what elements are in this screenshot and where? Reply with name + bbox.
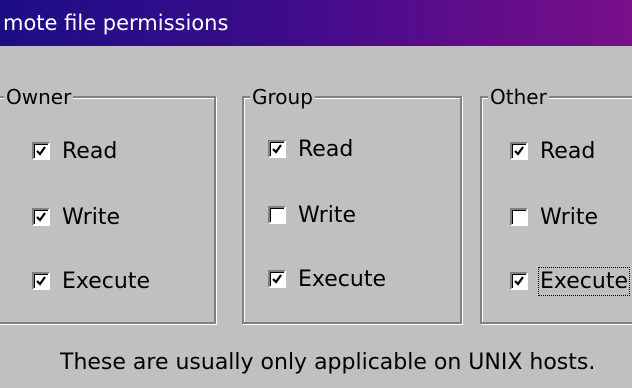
owner-execute-label: Execute [62, 268, 150, 294]
owner-group-label: Owner [4, 84, 74, 110]
other-write-check-icon [510, 208, 528, 226]
owner-write-checkbox[interactable]: Write [32, 202, 120, 232]
other-execute-check-icon [510, 272, 528, 290]
owner-group: Owner Read Write Execute [0, 84, 216, 324]
group-read-label: Read [298, 136, 354, 162]
permissions-dialog: mote file permissions Owner Read Write E… [0, 0, 632, 388]
window-title: mote file permissions [3, 11, 229, 35]
other-execute-checkbox[interactable]: Execute [510, 266, 630, 296]
owner-execute-check-icon [32, 272, 50, 290]
unix-hosts-note: These are usually only applicable on UNI… [60, 350, 596, 375]
other-group: Other Read Write Execute [480, 84, 632, 324]
other-read-checkbox[interactable]: Read [510, 136, 595, 166]
group-read-check-icon [268, 140, 286, 158]
owner-execute-checkbox[interactable]: Execute [32, 266, 150, 296]
owner-read-check-icon [32, 142, 50, 160]
group-write-checkbox[interactable]: Write [268, 200, 356, 230]
owner-write-label: Write [62, 204, 121, 230]
other-write-label: Write [540, 204, 599, 230]
other-write-checkbox[interactable]: Write [510, 202, 598, 232]
group-group: Group Read Write Execute [242, 84, 462, 324]
group-execute-label: Execute [298, 266, 386, 292]
other-group-label: Other [488, 84, 549, 110]
owner-write-check-icon [32, 208, 50, 226]
group-execute-check-icon [268, 270, 286, 288]
group-write-label: Write [298, 202, 357, 228]
other-read-label: Read [540, 138, 596, 164]
other-read-check-icon [510, 142, 528, 160]
group-group-label: Group [250, 84, 315, 110]
owner-read-label: Read [62, 138, 118, 164]
group-execute-checkbox[interactable]: Execute [268, 264, 386, 294]
title-bar[interactable]: mote file permissions [0, 0, 632, 46]
other-execute-label: Execute [538, 266, 630, 296]
group-read-checkbox[interactable]: Read [268, 134, 353, 164]
owner-read-checkbox[interactable]: Read [32, 136, 117, 166]
group-write-check-icon [268, 206, 286, 224]
